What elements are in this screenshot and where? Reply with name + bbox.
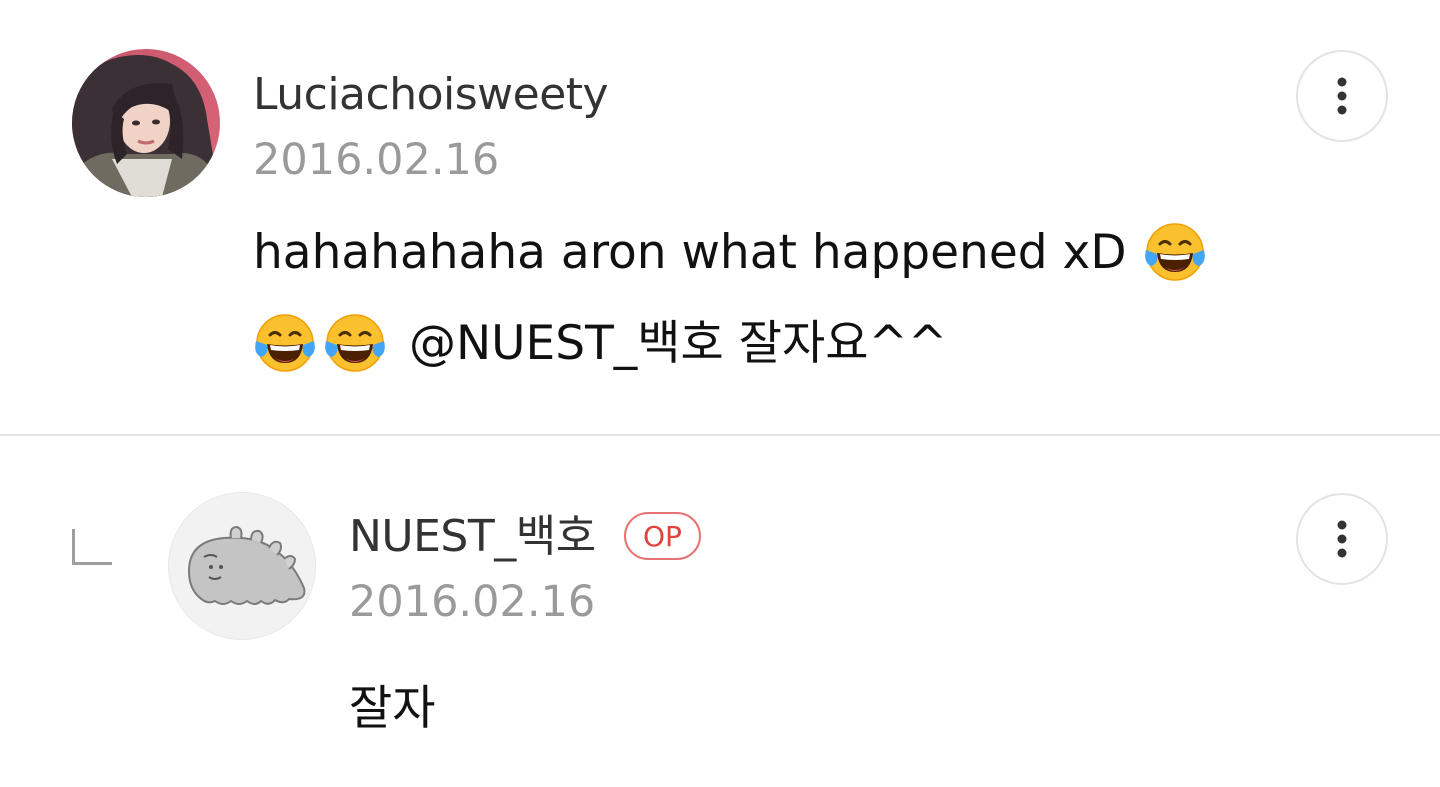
comment-body-line-1: hahahahaha aron what happened xD [253,220,1207,284]
avatar-photo [72,49,220,197]
face-with-tears-of-joy-icon [325,314,385,372]
face-with-tears-of-joy-icon [255,314,315,372]
more-options-button[interactable] [1296,50,1388,142]
comment-date: 2016.02.16 [349,577,596,627]
comments-screen: Luciachoisweety 2016.02.16 hahahahaha ar… [0,0,1440,787]
more-vertical-icon [1337,77,1347,115]
comment-text: hahahahaha aron what happened xD [253,224,1127,280]
op-badge: OP [624,512,701,560]
comment-username[interactable]: NUEST_백호 [349,515,596,559]
more-options-button[interactable] [1296,493,1388,585]
more-vertical-icon [1337,520,1347,558]
comment-body: 잘자 [349,680,436,736]
comment-username[interactable]: Luciachoisweety [253,73,609,117]
comment-item: Luciachoisweety 2016.02.16 hahahahaha ar… [0,0,1440,434]
comment-body-line-2: @NUEST_백호 잘자요^^ [253,311,947,375]
dinosaur-avatar-icon [187,525,306,605]
op-avatar[interactable] [168,492,316,640]
reply-indicator-icon [72,529,112,565]
face-with-tears-of-joy-icon [1144,223,1205,281]
comment-mention-text: @NUEST_백호 잘자요^^ [409,315,948,371]
user-avatar[interactable] [72,49,220,197]
comment-date: 2016.02.16 [253,135,500,185]
